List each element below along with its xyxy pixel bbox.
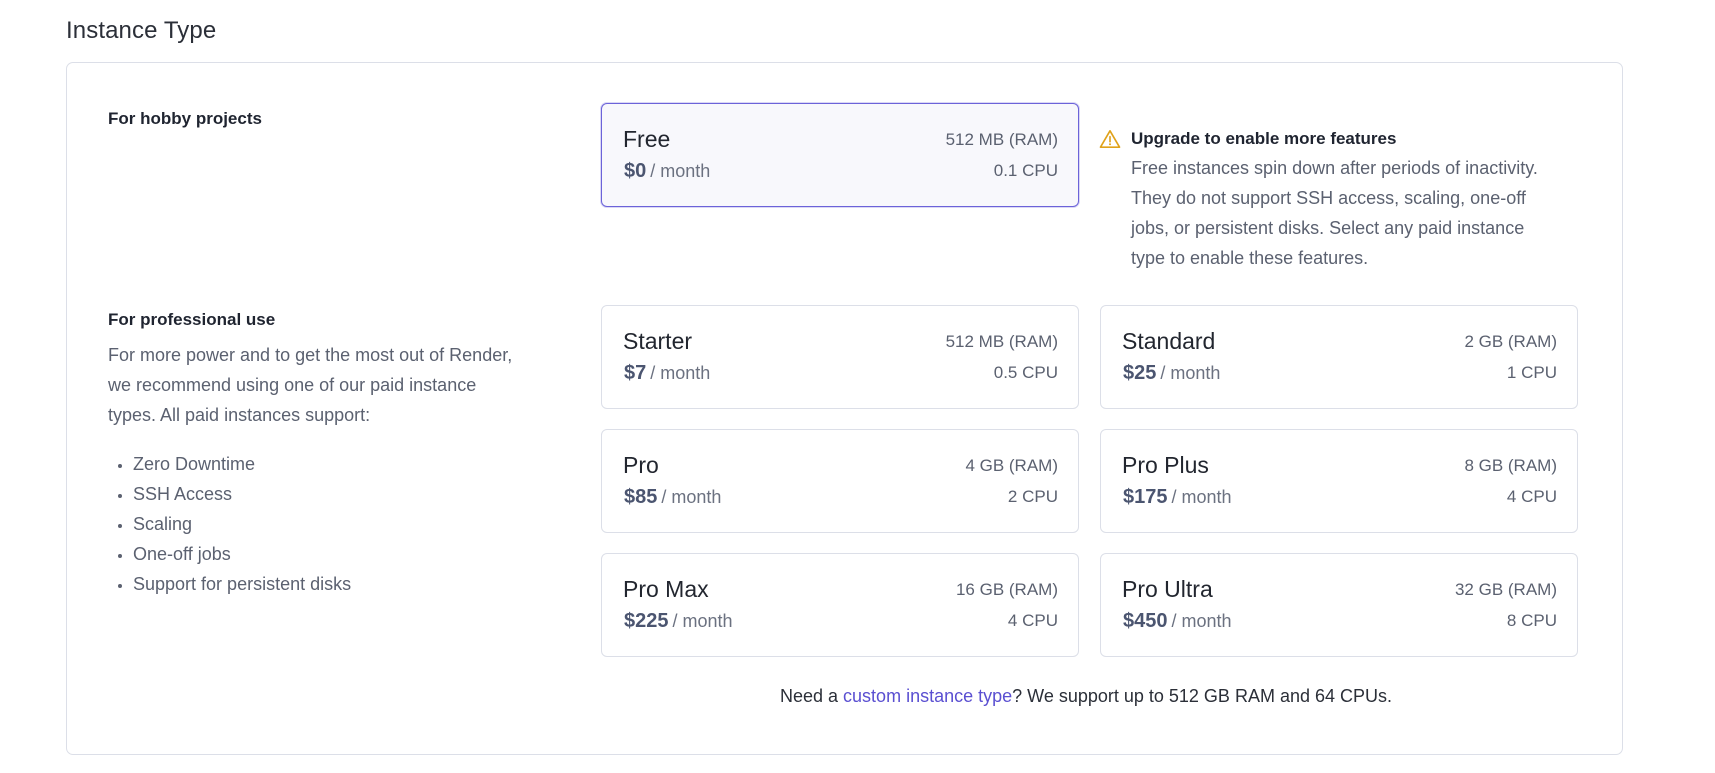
warning-triangle-icon [1099,130,1121,148]
custom-instance-type-link[interactable]: custom instance type [843,686,1012,706]
instance-cpu: 4 CPU [1007,611,1058,630]
price-amount: $175 [1123,486,1168,508]
instance-price: $7/ month [624,362,710,385]
price-amount: $450 [1123,610,1168,632]
instance-name: Standard [1122,328,1216,354]
instance-price: $85/ month [624,486,721,509]
price-period: / month [1160,363,1221,383]
hobby-heading: For hobby projects [108,109,262,128]
instance-card-pro-max[interactable]: Pro Max $225/ month 16 GB (RAM) 4 CPU [601,553,1079,657]
notice-title: Upgrade to enable more features [1131,129,1397,148]
professional-heading: For professional use [108,310,276,329]
instance-type-panel: For hobby projects For professional use … [66,62,1623,755]
instance-ram: 32 GB (RAM) [1454,580,1557,599]
notice-body: Free instances spin down after periods o… [1131,158,1538,268]
price-amount: $7 [624,362,647,384]
instance-cpu: 1 CPU [1506,363,1557,382]
instance-name: Starter [623,328,693,354]
instance-card-starter[interactable]: Starter $7/ month 512 MB (RAM) 0.5 CPU [601,305,1079,409]
price-period: / month [650,363,711,383]
instance-cpu: 0.1 CPU [993,161,1058,180]
feature-item: Scaling [133,509,351,539]
instance-price: $25/ month [1123,362,1220,385]
section-title: Instance Type [66,17,217,44]
instance-cpu: 8 CPU [1506,611,1557,630]
custom-note-prefix: Need a [780,686,844,706]
instance-ram: 2 GB (RAM) [1464,332,1557,351]
instance-card-pro-ultra[interactable]: Pro Ultra $450/ month 32 GB (RAM) 8 CPU [1100,553,1578,657]
feature-item: SSH Access [133,479,351,509]
instance-ram: 4 GB (RAM) [965,456,1058,475]
instance-ram: 8 GB (RAM) [1464,456,1557,475]
price-amount: $85 [624,486,658,508]
price-period: / month [650,161,711,181]
instance-ram: 16 GB (RAM) [955,580,1058,599]
instance-price: $450/ month [1123,610,1232,633]
instance-price: $175/ month [1123,486,1232,509]
instance-ram: 512 MB (RAM) [945,130,1058,149]
instance-name: Pro [623,452,659,478]
professional-description: For more power and to get the most out o… [108,345,513,425]
feature-item: Support for persistent disks [133,569,351,599]
instance-name: Pro Plus [1122,452,1209,478]
instance-cpu: 0.5 CPU [993,363,1058,382]
price-amount: $0 [624,160,647,182]
custom-note-text: Need a custom instance type? We support … [780,686,1392,707]
custom-note-suffix: ? We support up to 512 GB RAM and 64 CPU… [1012,686,1393,706]
instance-card-pro[interactable]: Pro $85/ month 4 GB (RAM) 2 CPU [601,429,1079,533]
instance-name: Pro Ultra [1122,576,1213,602]
instance-card-standard[interactable]: Standard $25/ month 2 GB (RAM) 1 CPU [1100,305,1578,409]
instance-name: Pro Max [623,576,709,602]
price-amount: $225 [624,610,669,632]
custom-instance-note: Need a custom instance type? We support … [67,686,1622,707]
feature-list: Zero Downtime SSH Access Scaling One-off… [108,449,351,599]
instance-card-free[interactable]: Free $0/ month 512 MB (RAM) 0.1 CPU [601,103,1079,207]
price-period: / month [661,487,722,507]
instance-card-pro-plus[interactable]: Pro Plus $175/ month 8 GB (RAM) 4 CPU [1100,429,1578,533]
instance-price: $0/ month [624,160,710,183]
price-period: / month [1171,611,1232,631]
price-period: / month [672,611,733,631]
price-amount: $25 [1123,362,1157,384]
price-period: / month [1171,487,1232,507]
instance-cpu: 2 CPU [1007,487,1058,506]
instance-ram: 512 MB (RAM) [945,332,1058,351]
feature-item: Zero Downtime [133,449,351,479]
instance-price: $225/ month [624,610,733,633]
instance-name: Free [623,126,671,152]
feature-item: One-off jobs [133,539,351,569]
instance-cpu: 4 CPU [1506,487,1557,506]
